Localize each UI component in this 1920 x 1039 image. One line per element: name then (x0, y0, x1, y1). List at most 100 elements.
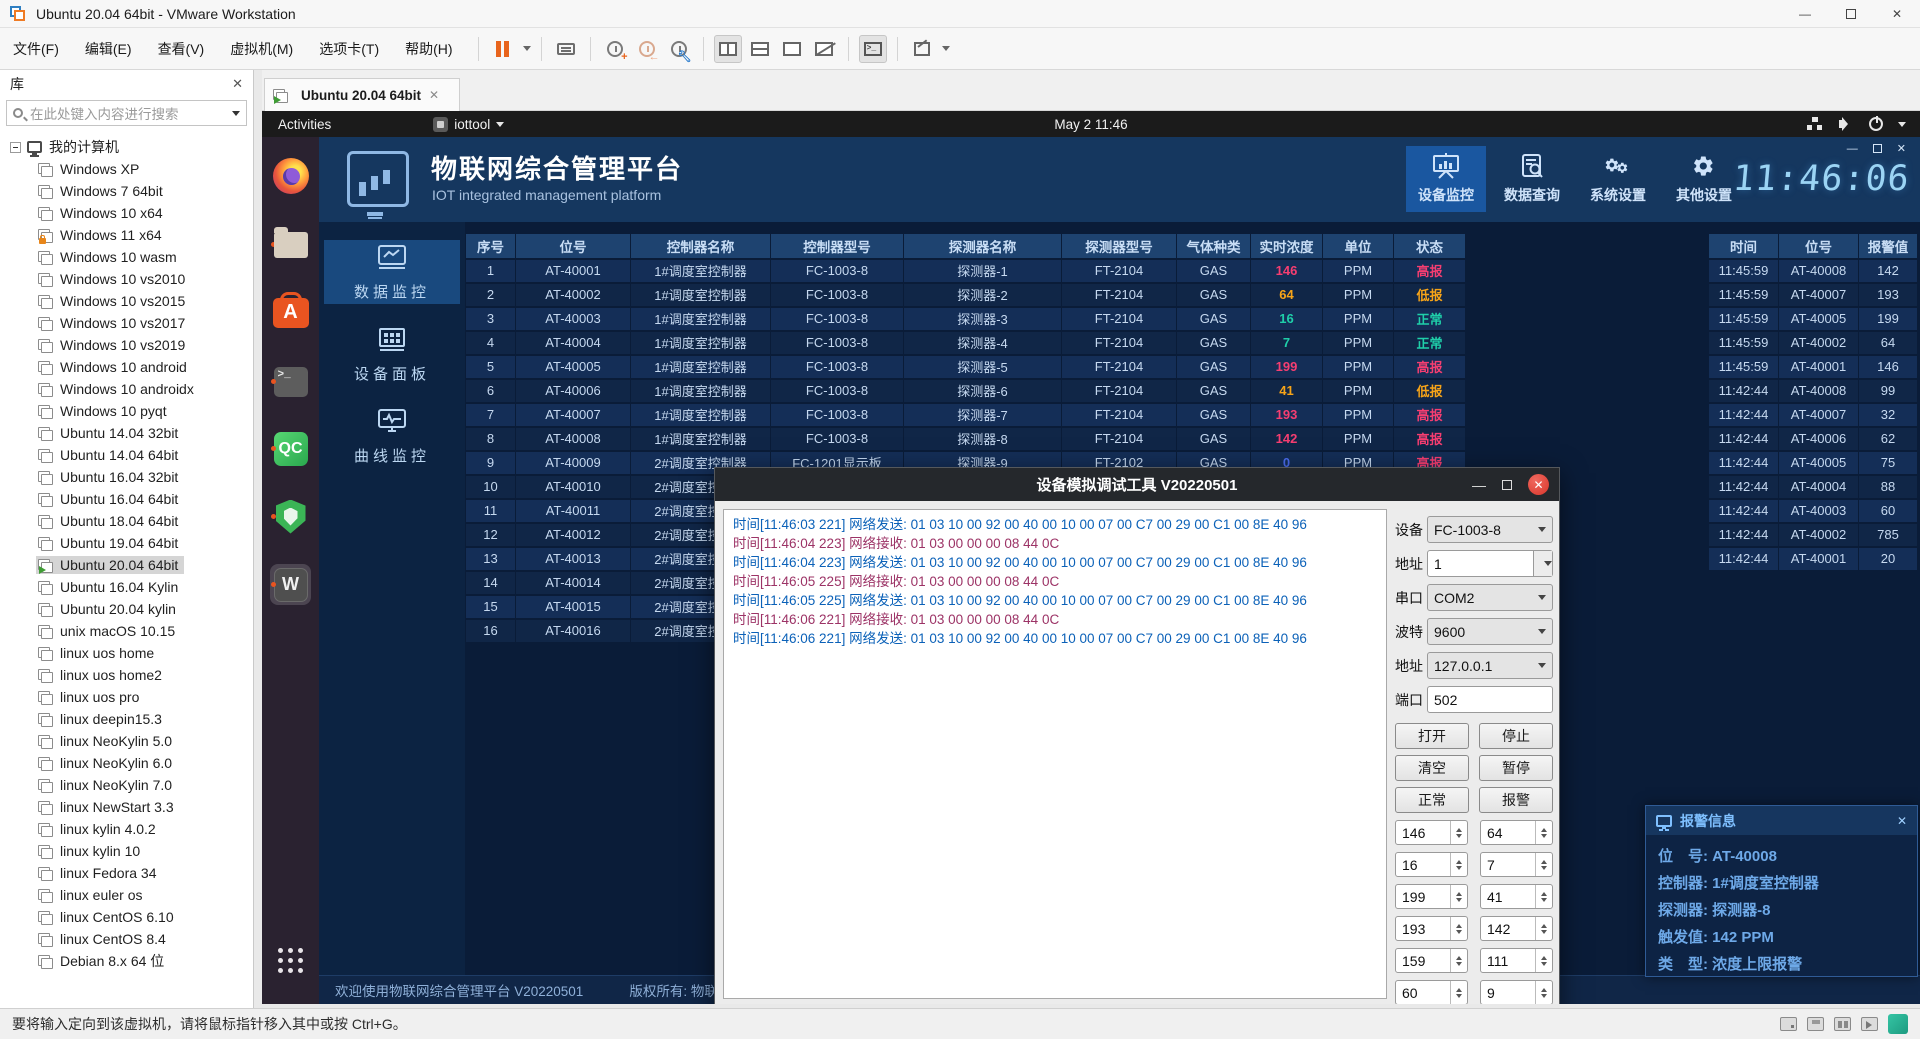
dock-item-firefox[interactable] (270, 155, 311, 196)
fullscreen-icon[interactable] (778, 35, 806, 63)
dialog-close-icon[interactable]: ✕ (1528, 474, 1549, 495)
library-panel-toggle-icon[interactable] (714, 35, 742, 63)
spinner-arrows[interactable] (1450, 917, 1467, 940)
spinner-up-icon[interactable] (1456, 828, 1462, 832)
serial-select[interactable]: COM2 (1427, 584, 1553, 611)
spinner-arrows[interactable] (1535, 821, 1552, 844)
spinner-up-icon[interactable] (1541, 892, 1547, 896)
sound-device-icon[interactable] (1861, 1017, 1878, 1031)
spinner-arrows[interactable] (1450, 885, 1467, 908)
menu-item-5[interactable]: 帮助(H) (392, 33, 465, 65)
menu-item-4[interactable]: 选项卡(T) (306, 33, 392, 65)
spinner-down-icon[interactable] (1456, 962, 1462, 966)
alarm-row[interactable]: 11:45:59AT-40001146 (1709, 355, 1918, 379)
tab-close-icon[interactable]: ✕ (429, 88, 439, 102)
dialog-minimize-icon[interactable]: — (1472, 477, 1486, 493)
table-row[interactable]: 8AT-400081#调度室控制器FC-1003-8探测器-8FT-2104GA… (466, 427, 1466, 451)
snapshot-take-icon[interactable]: + (601, 35, 629, 63)
suspend-dropdown-icon[interactable] (523, 46, 531, 51)
value-spinner[interactable]: 16 (1395, 852, 1468, 877)
hdd-device-icon[interactable] (1780, 1017, 1797, 1031)
vm-list-item[interactable]: unix macOS 10.15 (0, 620, 253, 642)
device-select[interactable]: FC-1003-8 (1427, 516, 1553, 543)
value-spinner[interactable]: 7 (1480, 852, 1553, 877)
vm-list-item[interactable]: Ubuntu 16.04 64bit (0, 488, 253, 510)
thumbnail-bar-toggle-icon[interactable] (746, 35, 774, 63)
header-button-2[interactable]: 系统设置 (1578, 146, 1658, 212)
vm-list-item[interactable]: Windows 10 vs2010 (0, 268, 253, 290)
table-row[interactable]: 2AT-400021#调度室控制器FC-1003-8探测器-2FT-2104GA… (466, 283, 1466, 307)
pause-button[interactable]: 暂停 (1479, 755, 1553, 781)
dock-item-iottool[interactable]: W (270, 564, 311, 605)
unity-mode-icon[interactable] (810, 35, 838, 63)
vm-list-item[interactable]: Windows 10 android (0, 356, 253, 378)
menu-item-3[interactable]: 虚拟机(M) (217, 33, 306, 65)
vm-list-item[interactable]: Ubuntu 16.04 Kylin (0, 576, 253, 598)
vmware-tools-corner-icon[interactable] (1888, 1014, 1908, 1034)
spinner-down-icon[interactable] (1456, 834, 1462, 838)
vm-list-item[interactable]: linux Fedora 34 (0, 862, 253, 884)
network-device-icon[interactable] (1834, 1017, 1851, 1031)
suspend-icon[interactable] (489, 35, 517, 63)
app-minimize-icon[interactable]: — (1847, 143, 1858, 155)
value-spinner[interactable]: 9 (1480, 980, 1553, 1004)
vm-list-item[interactable]: linux NeoKylin 7.0 (0, 774, 253, 796)
vm-list-item[interactable]: Ubuntu 20.04 kylin (0, 598, 253, 620)
spinner-arrows[interactable] (1535, 949, 1552, 972)
spinner-up-icon[interactable] (1456, 924, 1462, 928)
vm-list-item[interactable]: linux uos home (0, 642, 253, 664)
spinner-arrows[interactable] (1450, 981, 1467, 1004)
vm-list-item[interactable]: Windows 10 vs2019 (0, 334, 253, 356)
alarm-row[interactable]: 11:45:59AT-40007193 (1709, 283, 1918, 307)
alarm-popup-close-icon[interactable]: ✕ (1897, 814, 1907, 828)
dock-item-ubuntu-software[interactable]: A (270, 292, 311, 333)
address-combo[interactable]: 1 (1427, 550, 1553, 577)
value-spinner[interactable]: 64 (1480, 820, 1553, 845)
vm-list-item[interactable]: linux uos pro (0, 686, 253, 708)
spinner-arrows[interactable] (1450, 821, 1467, 844)
table-row[interactable]: 3AT-400031#调度室控制器FC-1003-8探测器-3FT-2104GA… (466, 307, 1466, 331)
vm-list-item[interactable]: Ubuntu 14.04 32bit (0, 422, 253, 444)
spinner-down-icon[interactable] (1456, 930, 1462, 934)
spinner-up-icon[interactable] (1456, 892, 1462, 896)
alarm-row[interactable]: 11:42:44AT-4000732 (1709, 403, 1918, 427)
dock-item-terminal[interactable]: >_ (270, 361, 311, 402)
tree-root[interactable]: 我的计算机 (0, 136, 253, 158)
normal-button[interactable]: 正常 (1395, 787, 1469, 813)
spinner-up-icon[interactable] (1541, 956, 1547, 960)
power-icon[interactable] (1869, 117, 1883, 131)
spinner-down-icon[interactable] (1456, 866, 1462, 870)
spinner-arrows[interactable] (1450, 949, 1467, 972)
library-search-input[interactable]: 在此处键入内容进行搜索 (6, 100, 247, 126)
vm-list-item[interactable]: linux euler os (0, 884, 253, 906)
value-spinner[interactable]: 199 (1395, 884, 1468, 909)
vm-list-item[interactable]: Windows 10 pyqt (0, 400, 253, 422)
network-icon[interactable] (1807, 116, 1823, 132)
alarm-row[interactable]: 11:42:44AT-40002785 (1709, 523, 1918, 547)
spinner-down-icon[interactable] (1541, 898, 1547, 902)
console-view-icon[interactable]: >_ (859, 35, 887, 63)
minimize-button[interactable]: — (1782, 0, 1828, 27)
vm-list-item[interactable]: Windows 7 64bit (0, 180, 253, 202)
spinner-down-icon[interactable] (1541, 866, 1547, 870)
table-row[interactable]: 4AT-400041#调度室控制器FC-1003-8探测器-4FT-2104GA… (466, 331, 1466, 355)
close-button[interactable]: ✕ (1874, 0, 1920, 27)
app-close-icon[interactable]: ✕ (1897, 142, 1906, 155)
snapshot-manage-icon[interactable]: 🔧︎ (665, 35, 693, 63)
app-maximize-icon[interactable] (1873, 144, 1882, 153)
value-spinner[interactable]: 146 (1395, 820, 1468, 845)
dialog-maximize-icon[interactable] (1502, 480, 1512, 490)
vm-list-item[interactable]: Ubuntu 19.04 64bit (0, 532, 253, 554)
value-spinner[interactable]: 41 (1480, 884, 1553, 909)
stretch-dropdown-icon[interactable] (942, 46, 950, 51)
vm-list-item[interactable]: linux NeoKylin 5.0 (0, 730, 253, 752)
value-spinner[interactable]: 159 (1395, 948, 1468, 973)
volume-icon[interactable] (1838, 116, 1854, 132)
vm-list-item[interactable]: Ubuntu 14.04 64bit (0, 444, 253, 466)
alarm-row[interactable]: 11:45:59AT-40005199 (1709, 307, 1918, 331)
spinner-down-icon[interactable] (1456, 898, 1462, 902)
vm-list-item[interactable]: Ubuntu 18.04 64bit (0, 510, 253, 532)
alarm-row[interactable]: 11:42:44AT-4000662 (1709, 427, 1918, 451)
vm-list-item[interactable]: linux kylin 10 (0, 840, 253, 862)
dialog-titlebar[interactable]: 设备模拟调试工具 V20220501 — ✕ (715, 468, 1559, 501)
